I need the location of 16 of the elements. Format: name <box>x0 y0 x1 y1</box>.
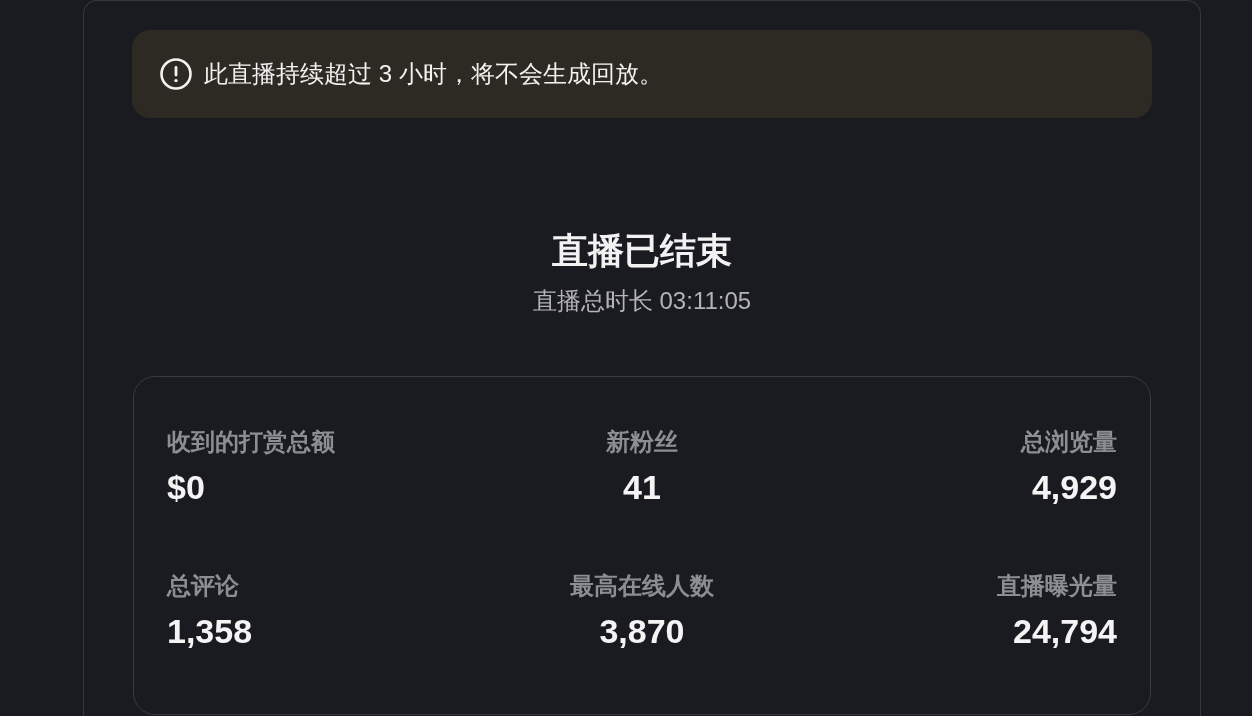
stat-label: 新粉丝 <box>606 427 678 457</box>
stat-label: 收到的打赏总额 <box>167 427 335 457</box>
stat-value: 3,870 <box>599 611 685 651</box>
stat-label: 最高在线人数 <box>570 571 714 601</box>
stat-value: $0 <box>167 467 205 507</box>
stat-value: 4,929 <box>1031 467 1117 507</box>
stat-value: 1,358 <box>167 611 253 651</box>
stream-ended-title: 直播已结束 <box>552 230 732 272</box>
stream-duration: 直播总时长 03:11:05 <box>532 286 752 316</box>
stat-label: 总浏览量 <box>1021 427 1117 457</box>
stat-value: 24,794 <box>1013 611 1117 651</box>
notice-text: 此直播持续超过 3 小时，将不会生成回放。 <box>204 59 663 89</box>
alert-icon <box>160 58 192 90</box>
stat-value: 41 <box>623 467 661 507</box>
stat-label: 总评论 <box>167 571 239 601</box>
stat-label: 直播曝光量 <box>997 571 1117 601</box>
